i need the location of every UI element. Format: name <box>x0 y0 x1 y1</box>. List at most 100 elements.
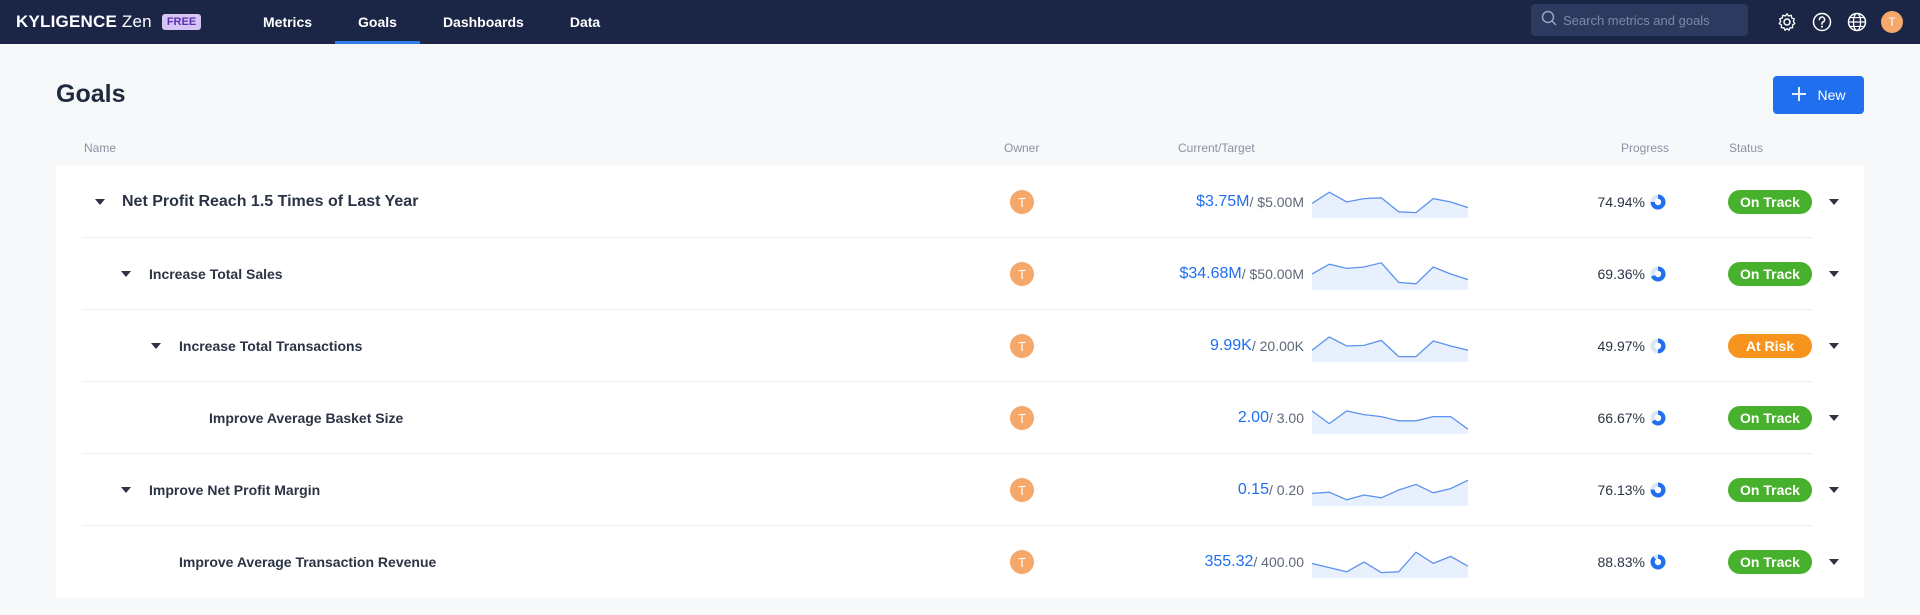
owner-avatar: T <box>1010 406 1034 430</box>
top-navigation-bar: KYLIGENCE Zen FREE Metrics Goals Dashboa… <box>0 0 1920 44</box>
owner-avatar: T <box>1010 334 1034 358</box>
current-target: 355.32/ 400.00 <box>1204 526 1304 598</box>
goal-name[interactable]: Improve Average Transaction Revenue <box>179 526 436 598</box>
row-menu-chevron-icon[interactable] <box>1828 196 1840 208</box>
search-box[interactable] <box>1531 4 1748 36</box>
goal-row[interactable]: Improve Average Basket Size T 2.00/ 3.00 66… <box>56 382 1864 454</box>
page-title: Goals <box>56 80 126 108</box>
nav-data[interactable]: Data <box>547 0 623 44</box>
current-value: 9.99K <box>1210 337 1252 354</box>
sparkline-area <box>1312 262 1468 290</box>
current-target: 2.00/ 3.00 <box>1238 382 1304 454</box>
help-icon[interactable] <box>1811 11 1833 33</box>
row-menu-chevron-icon[interactable] <box>1828 412 1840 424</box>
goal-row[interactable]: Increase Total Sales T $34.68M / $50.00M 69.… <box>56 238 1864 310</box>
target-value: / 20.00K <box>1251 338 1304 354</box>
gear-icon[interactable] <box>1776 11 1798 33</box>
target-value: / 400.00 <box>1253 554 1304 570</box>
progress-pie-icon <box>1650 554 1666 570</box>
nav-dashboards[interactable]: Dashboards <box>420 0 547 44</box>
status-badge: On Track <box>1728 478 1812 502</box>
goal-row[interactable]: Improve Average Transaction Revenue T 355.… <box>56 526 1864 598</box>
progress-pie-icon <box>1650 410 1666 426</box>
row-menu-chevron-icon[interactable] <box>1828 484 1840 496</box>
progress-text: 49.97% <box>1597 338 1645 354</box>
search-icon <box>1541 10 1557 31</box>
trend-sparkline <box>1312 191 1468 218</box>
expand-caret-icon[interactable] <box>93 195 107 209</box>
owner-avatar: T <box>1010 478 1034 502</box>
progress-cell: 88.83% <box>1598 526 1666 598</box>
globe-icon[interactable] <box>1846 11 1868 33</box>
row-menu-chevron-icon[interactable] <box>1828 340 1840 352</box>
progress-cell: 49.97% <box>1598 310 1666 382</box>
goals-table: Net Profit Reach 1.5 Times of Last Year T… <box>56 166 1864 598</box>
progress-pie-icon <box>1650 482 1666 498</box>
brand-logo: KYLIGENCE Zen <box>16 12 152 31</box>
status-badge: On Track <box>1728 262 1812 286</box>
trend-sparkline <box>1312 479 1468 506</box>
column-header-status: Status <box>1729 141 1764 155</box>
main-nav: Metrics Goals Dashboards Data <box>240 0 623 44</box>
expand-caret-icon[interactable] <box>119 483 133 497</box>
trend-sparkline <box>1312 336 1468 362</box>
status-badge: On Track <box>1728 190 1812 214</box>
progress-text: 76.13% <box>1597 482 1645 498</box>
progress-cell: 69.36% <box>1598 238 1666 310</box>
status-badge: At Risk <box>1728 334 1812 358</box>
row-menu-chevron-icon[interactable] <box>1828 268 1840 280</box>
brand[interactable]: KYLIGENCE Zen FREE <box>16 0 202 44</box>
target-value: / $5.00M <box>1249 194 1304 210</box>
plan-badge: FREE <box>161 14 202 30</box>
owner-avatar: T <box>1010 262 1034 286</box>
current-target: 9.99K/ 20.00K <box>1210 310 1304 382</box>
progress-pie-icon <box>1650 194 1666 210</box>
progress-cell: 76.13% <box>1598 454 1666 526</box>
target-value: / 0.20 <box>1268 482 1304 498</box>
goal-row[interactable]: Net Profit Reach 1.5 Times of Last Year T… <box>56 166 1864 238</box>
goal-name[interactable]: Net Profit Reach 1.5 Times of Last Year <box>122 166 418 238</box>
progress-pie-icon <box>1650 266 1666 282</box>
user-avatar[interactable]: T <box>1881 11 1903 33</box>
goal-name[interactable]: Increase Total Sales <box>149 238 283 310</box>
progress-text: 74.94% <box>1597 194 1645 210</box>
new-button-label: New <box>1817 87 1846 103</box>
nav-goals[interactable]: Goals <box>335 0 420 44</box>
plus-icon <box>1791 86 1807 105</box>
column-header-current-target: Current/Target <box>1178 141 1255 155</box>
status-badge: On Track <box>1728 406 1812 430</box>
status-badge: On Track <box>1728 550 1812 574</box>
current-value: 355.32 <box>1204 553 1254 570</box>
owner-avatar: T <box>1010 190 1034 214</box>
expand-caret-icon[interactable] <box>149 339 163 353</box>
column-header-progress: Progress <box>1621 141 1670 155</box>
progress-text: 66.67% <box>1597 410 1645 426</box>
current-value: 2.00 <box>1237 409 1269 426</box>
progress-cell: 74.94% <box>1598 166 1666 238</box>
target-value: / $50.00M <box>1241 266 1304 282</box>
new-goal-button[interactable]: New <box>1773 76 1864 114</box>
goal-name[interactable]: Increase Total Transactions <box>179 310 362 382</box>
trend-sparkline <box>1312 551 1468 578</box>
trend-sparkline <box>1312 410 1468 434</box>
goal-row[interactable]: Increase Total Transactions T 9.99K/ 20.00… <box>56 310 1864 382</box>
goal-name[interactable]: Improve Net Profit Margin <box>149 454 320 526</box>
top-icons: T <box>1776 0 1903 44</box>
column-header-owner: Owner <box>1004 141 1040 155</box>
current-target: $34.68M / $50.00M <box>1179 238 1304 310</box>
progress-cell: 66.67% <box>1598 382 1666 454</box>
row-menu-chevron-icon[interactable] <box>1828 556 1840 568</box>
current-value: 0.15 <box>1237 481 1269 498</box>
search-input[interactable] <box>1563 12 1738 28</box>
trend-sparkline <box>1312 262 1468 290</box>
current-target: 0.15/ 0.20 <box>1238 454 1304 526</box>
progress-text: 69.36% <box>1597 266 1645 282</box>
expand-caret-icon[interactable] <box>119 267 133 281</box>
current-value: $34.68M <box>1179 265 1242 282</box>
progress-text: 88.83% <box>1597 554 1645 570</box>
goal-row[interactable]: Improve Net Profit Margin T 0.15/ 0.20 76.1… <box>56 454 1864 526</box>
nav-metrics[interactable]: Metrics <box>240 0 335 44</box>
goal-name[interactable]: Improve Average Basket Size <box>209 382 403 454</box>
current-target: $3.75M / $5.00M <box>1196 166 1304 238</box>
current-value: $3.75M <box>1196 193 1250 210</box>
